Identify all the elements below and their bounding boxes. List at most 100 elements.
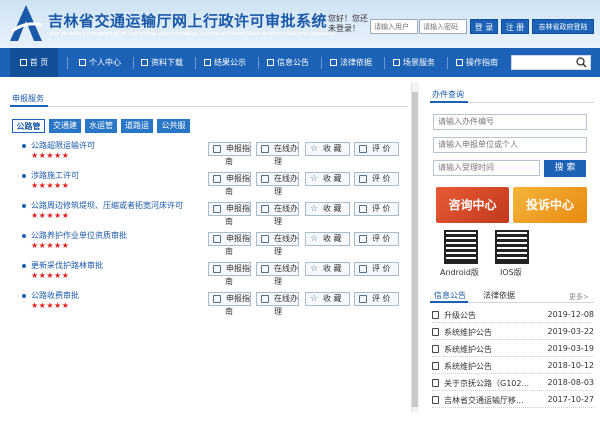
tab-waterway[interactable]: 水运管 bbox=[85, 119, 117, 133]
star-icon: ☆ bbox=[310, 204, 319, 214]
services-scrollbar-thumb[interactable] bbox=[412, 92, 418, 407]
tab-road-transport[interactable]: 道路运 bbox=[121, 119, 153, 133]
announcement-icon bbox=[267, 59, 274, 66]
android-label: Android版 bbox=[440, 268, 479, 277]
nav-search-input[interactable] bbox=[511, 55, 591, 70]
rating-stars: ★★★★★ bbox=[31, 181, 70, 190]
collect-button[interactable]: ☆ 收 藏 bbox=[305, 292, 350, 306]
guide-icon bbox=[213, 235, 221, 243]
collect-button[interactable]: ☆ 收 藏 bbox=[305, 232, 350, 246]
notice-item[interactable]: 系统维护公告 2019-03-22 bbox=[432, 323, 594, 340]
case-number-input[interactable]: 请输入办件编号 bbox=[433, 114, 587, 130]
nav-guide-label: 操作指南 bbox=[466, 58, 498, 67]
query-search-button[interactable]: 搜 索 bbox=[544, 160, 586, 177]
document-icon bbox=[432, 345, 439, 353]
nav-scene-services-label: 场景服务 bbox=[403, 58, 435, 67]
apply-guide-button[interactable]: 申报指 bbox=[208, 262, 251, 276]
online-apply-wrap: 理 bbox=[274, 217, 282, 226]
bullet-icon bbox=[22, 294, 26, 298]
rate-button[interactable]: 评 价 bbox=[354, 202, 399, 216]
collect-button[interactable]: ☆ 收 藏 bbox=[305, 202, 350, 216]
online-icon bbox=[261, 145, 269, 153]
tab-construction[interactable]: 交通建 bbox=[49, 119, 81, 133]
apply-guide-button[interactable]: 申报指 bbox=[208, 202, 251, 216]
notice-item[interactable]: 系统维护公告 2018-10-12 bbox=[432, 357, 594, 374]
tab-public-service[interactable]: 公共服 bbox=[157, 119, 190, 133]
accept-time-input[interactable]: 请输入受理时间 bbox=[433, 160, 540, 176]
rate-icon bbox=[359, 295, 367, 303]
service-name[interactable]: 公路超限运输许可 bbox=[31, 140, 95, 151]
android-qr-code bbox=[444, 230, 478, 264]
apply-guide-wrap: 南 bbox=[225, 187, 233, 196]
apply-guide-wrap: 南 bbox=[225, 277, 233, 286]
online-apply-button[interactable]: 在线办 bbox=[256, 202, 299, 216]
online-icon bbox=[261, 295, 269, 303]
consult-center-banner[interactable]: 咨询中心 bbox=[436, 187, 509, 223]
collect-button[interactable]: ☆ 收 藏 bbox=[305, 172, 350, 186]
service-name[interactable]: 更新采伐护路林审批 bbox=[31, 260, 103, 271]
service-name[interactable]: 涉路施工许可 bbox=[31, 170, 79, 181]
online-apply-wrap: 理 bbox=[274, 247, 282, 256]
search-icon[interactable] bbox=[576, 57, 587, 68]
collect-button[interactable]: ☆ 收 藏 bbox=[305, 262, 350, 276]
tab-highway[interactable]: 公路管 bbox=[12, 119, 45, 133]
nav-scene-services[interactable]: 场景服务 bbox=[393, 48, 435, 77]
nav-announcements[interactable]: 信息公告 bbox=[267, 48, 309, 77]
nav-guide[interactable]: 操作指南 bbox=[456, 48, 498, 77]
username-input[interactable] bbox=[370, 19, 418, 34]
online-icon bbox=[261, 205, 269, 213]
more-link[interactable]: 更多> bbox=[569, 292, 589, 302]
online-apply-button[interactable]: 在线办 bbox=[256, 142, 299, 156]
service-row: 涉路施工许可 ★★★★★ 申报指 南 在线办 理 ☆ 收 藏 评 价 bbox=[12, 168, 407, 196]
tab-info-notices[interactable]: 信息公告 bbox=[434, 290, 466, 301]
service-row: 公路超限运输许可 ★★★★★ 申报指 南 在线办 理 ☆ 收 藏 评 价 bbox=[12, 138, 407, 166]
nav-download-label: 资料下载 bbox=[151, 58, 183, 67]
gov-login-button[interactable]: 吉林省政府登陆 bbox=[532, 19, 594, 34]
star-icon: ☆ bbox=[310, 174, 319, 184]
applicant-input[interactable]: 请输入申报单位或个人 bbox=[433, 137, 587, 153]
nav-announcements-label: 信息公告 bbox=[277, 58, 309, 67]
rate-button[interactable]: 评 价 bbox=[354, 262, 399, 276]
notice-item[interactable]: 升级公告 2019-12-08 bbox=[432, 306, 594, 323]
apply-guide-wrap: 南 bbox=[225, 157, 233, 166]
nav-personal-center[interactable]: 个人中心 bbox=[79, 48, 121, 77]
notice-item[interactable]: 系统维护公告 2019-03-19 bbox=[432, 340, 594, 357]
guide-icon bbox=[213, 265, 221, 273]
star-icon: ☆ bbox=[310, 144, 319, 154]
apply-guide-button[interactable]: 申报指 bbox=[208, 142, 251, 156]
service-name[interactable]: 公路养护作业单位资质审批 bbox=[31, 230, 127, 241]
rate-button[interactable]: 评 价 bbox=[354, 142, 399, 156]
home-icon bbox=[19, 59, 27, 66]
service-row: 公路收费审批 ★★★★★ 申报指 南 在线办 理 ☆ 收 藏 评 价 bbox=[12, 288, 407, 316]
apply-guide-wrap: 南 bbox=[225, 217, 233, 226]
rate-button[interactable]: 评 价 bbox=[354, 232, 399, 246]
complaint-center-banner[interactable]: 投诉中心 bbox=[513, 187, 587, 223]
nav-home[interactable]: 首 页 bbox=[10, 48, 58, 77]
rating-stars: ★★★★★ bbox=[31, 151, 70, 160]
service-name[interactable]: 公路周边修筑堤坝、压缩或者拓宽河床许可 bbox=[31, 200, 183, 211]
site-title: 吉林省交通运输厅网上行政许可审批系统 bbox=[48, 12, 328, 30]
login-button[interactable]: 登 录 bbox=[470, 19, 498, 34]
online-apply-button[interactable]: 在线办 bbox=[256, 262, 299, 276]
service-name[interactable]: 公路收费审批 bbox=[31, 290, 79, 301]
register-button[interactable]: 注 册 bbox=[501, 19, 529, 34]
nav-results[interactable]: 结果公示 bbox=[204, 48, 246, 77]
nav-law[interactable]: 法律依据 bbox=[330, 48, 372, 77]
online-apply-button[interactable]: 在线办 bbox=[256, 172, 299, 186]
ios-qr-code bbox=[495, 230, 529, 264]
tab-law-basis[interactable]: 法律依据 bbox=[483, 290, 515, 301]
password-input[interactable] bbox=[419, 19, 467, 34]
rate-button[interactable]: 评 价 bbox=[354, 292, 399, 306]
online-apply-button[interactable]: 在线办 bbox=[256, 292, 299, 306]
apply-guide-button[interactable]: 申报指 bbox=[208, 292, 251, 306]
rate-button[interactable]: 评 价 bbox=[354, 172, 399, 186]
online-apply-button[interactable]: 在线办 bbox=[256, 232, 299, 246]
apply-guide-button[interactable]: 申报指 bbox=[208, 232, 251, 246]
apply-guide-button[interactable]: 申报指 bbox=[208, 172, 251, 186]
notice-item[interactable]: 吉林省交通运输厅移... 2017-10-27 bbox=[432, 391, 594, 408]
notice-item[interactable]: 关于京抚公路（G102... 2018-08-03 bbox=[432, 374, 594, 391]
star-icon: ☆ bbox=[310, 294, 319, 304]
rating-stars: ★★★★★ bbox=[31, 301, 70, 310]
nav-download[interactable]: 资料下载 bbox=[141, 48, 183, 77]
collect-button[interactable]: ☆ 收 藏 bbox=[305, 142, 350, 156]
